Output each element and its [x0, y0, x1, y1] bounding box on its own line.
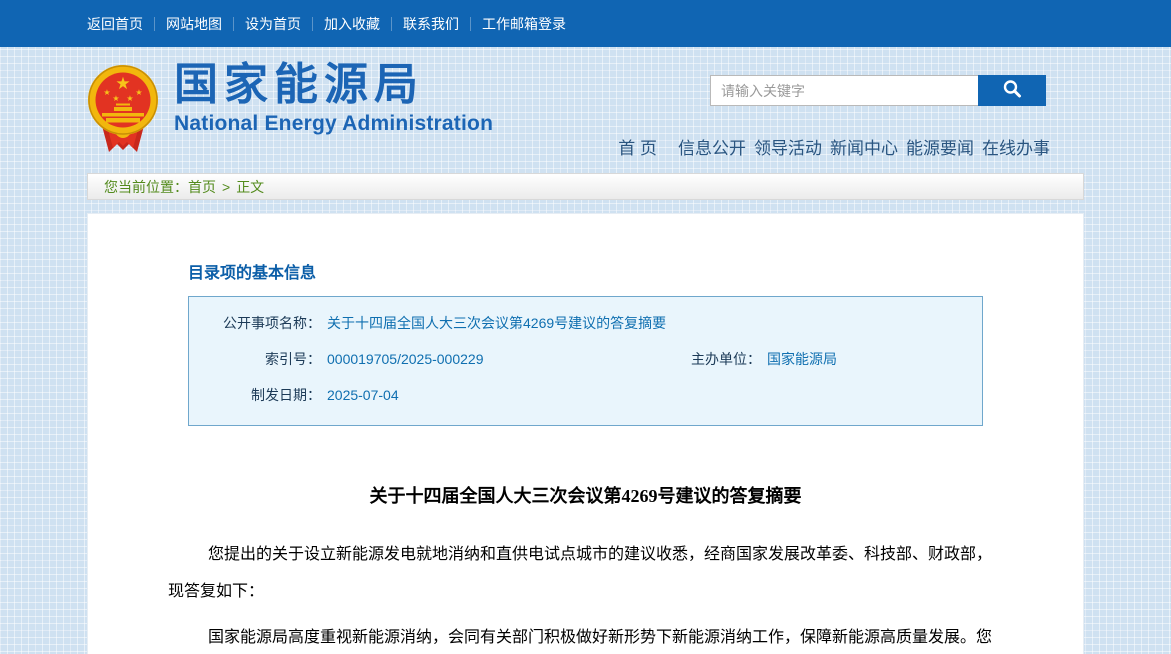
article: 关于十四届全国人大三次会议第4269号建议的答复摘要 您提出的关于设立新能源发电… — [168, 482, 1003, 654]
nav-item-energy-highlights[interactable]: 能源要闻 — [906, 134, 974, 159]
divider — [391, 17, 392, 31]
topbar-link-work-mail-login[interactable]: 工作邮箱登录 — [482, 14, 566, 34]
topbar-link-contact-us[interactable]: 联系我们 — [403, 14, 459, 34]
search-input[interactable] — [710, 75, 978, 106]
table-row: 公开事项名称： 关于十四届全国人大三次会议第4269号建议的答复摘要 — [189, 305, 982, 341]
search-icon — [1001, 78, 1023, 103]
table-row: 索引号： 000019705/2025-000229 主办单位： 国家能源局 — [189, 341, 982, 377]
item-name-value: 关于十四届全国人大三次会议第4269号建议的答复摘要 — [321, 305, 982, 341]
search-button[interactable] — [978, 75, 1046, 106]
nav-item-home[interactable]: 首 页 — [618, 134, 657, 159]
breadcrumb-link-home[interactable]: 首页 — [188, 177, 216, 197]
divider — [470, 17, 471, 31]
site-logo[interactable]: ★ ★ ★ ★ ★ 国家能源局 National Energy Administ… — [87, 60, 493, 163]
breadcrumb-separator: > — [222, 179, 230, 195]
topbar-link-home[interactable]: 返回首页 — [87, 14, 143, 34]
national-emblem-icon: ★ ★ ★ ★ ★ — [87, 60, 159, 163]
info-table: 公开事项名称： 关于十四届全国人大三次会议第4269号建议的答复摘要 索引号： … — [188, 296, 983, 426]
svg-text:★: ★ — [112, 94, 119, 103]
breadcrumb-current: 正文 — [236, 177, 264, 197]
breadcrumb: 您当前位置： 首页 > 正文 — [87, 173, 1084, 200]
site-header: ★ ★ ★ ★ ★ 国家能源局 National Energy Administ… — [87, 47, 1084, 173]
article-paragraph: 您提出的关于设立新能源发电就地消纳和直供电试点城市的建议收悉，经商国家发展改革委… — [168, 536, 1003, 610]
svg-text:★: ★ — [135, 88, 142, 97]
top-utility-bar: 返回首页 网站地图 设为首页 加入收藏 联系我们 工作邮箱登录 — [0, 0, 1171, 47]
index-number-value: 000019705/2025-000229 — [321, 341, 631, 377]
issue-date-value: 2025-07-04 — [321, 377, 982, 413]
item-name-label: 公开事项名称： — [189, 305, 321, 341]
breadcrumb-prefix: 您当前位置： — [104, 177, 188, 197]
host-org-value: 国家能源局 — [761, 341, 982, 377]
item-name-link[interactable]: 关于十四届全国人大三次会议第4269号建议的答复摘要 — [327, 315, 666, 331]
issue-date-label: 制发日期： — [189, 377, 321, 413]
divider — [312, 17, 313, 31]
topbar-link-set-homepage[interactable]: 设为首页 — [245, 14, 301, 34]
site-name-chinese: 国家能源局 — [174, 60, 493, 111]
info-section-heading: 目录项的基本信息 — [188, 259, 983, 283]
topbar-link-add-favorites[interactable]: 加入收藏 — [324, 14, 380, 34]
divider — [233, 17, 234, 31]
topbar-link-sitemap[interactable]: 网站地图 — [166, 14, 222, 34]
nav-item-info-disclosure[interactable]: 信息公开 — [678, 134, 746, 159]
search-box — [710, 75, 1046, 106]
article-title: 关于十四届全国人大三次会议第4269号建议的答复摘要 — [168, 482, 1003, 508]
host-org-label: 主办单位： — [631, 341, 761, 377]
article-paragraph: 国家能源局高度重视新能源消纳，会同有关部门积极做好新形势下新能源消纳工作，保障新… — [168, 619, 1003, 654]
nav-item-online-services[interactable]: 在线办事 — [982, 134, 1050, 159]
nav-item-leader-activities[interactable]: 领导活动 — [754, 134, 822, 159]
svg-text:★: ★ — [115, 74, 130, 93]
site-name-english: National Energy Administration — [174, 112, 493, 136]
divider — [154, 17, 155, 31]
main-content-panel: 目录项的基本信息 公开事项名称： 关于十四届全国人大三次会议第4269号建议的答… — [87, 213, 1084, 654]
svg-text:★: ★ — [103, 88, 110, 97]
svg-text:★: ★ — [126, 94, 133, 103]
main-navigation: 首 页 信息公开 领导活动 新闻中心 能源要闻 在线办事 — [618, 134, 1050, 159]
index-number-label: 索引号： — [189, 341, 321, 377]
table-row: 制发日期： 2025-07-04 — [189, 377, 982, 413]
nav-item-news-center[interactable]: 新闻中心 — [830, 134, 898, 159]
